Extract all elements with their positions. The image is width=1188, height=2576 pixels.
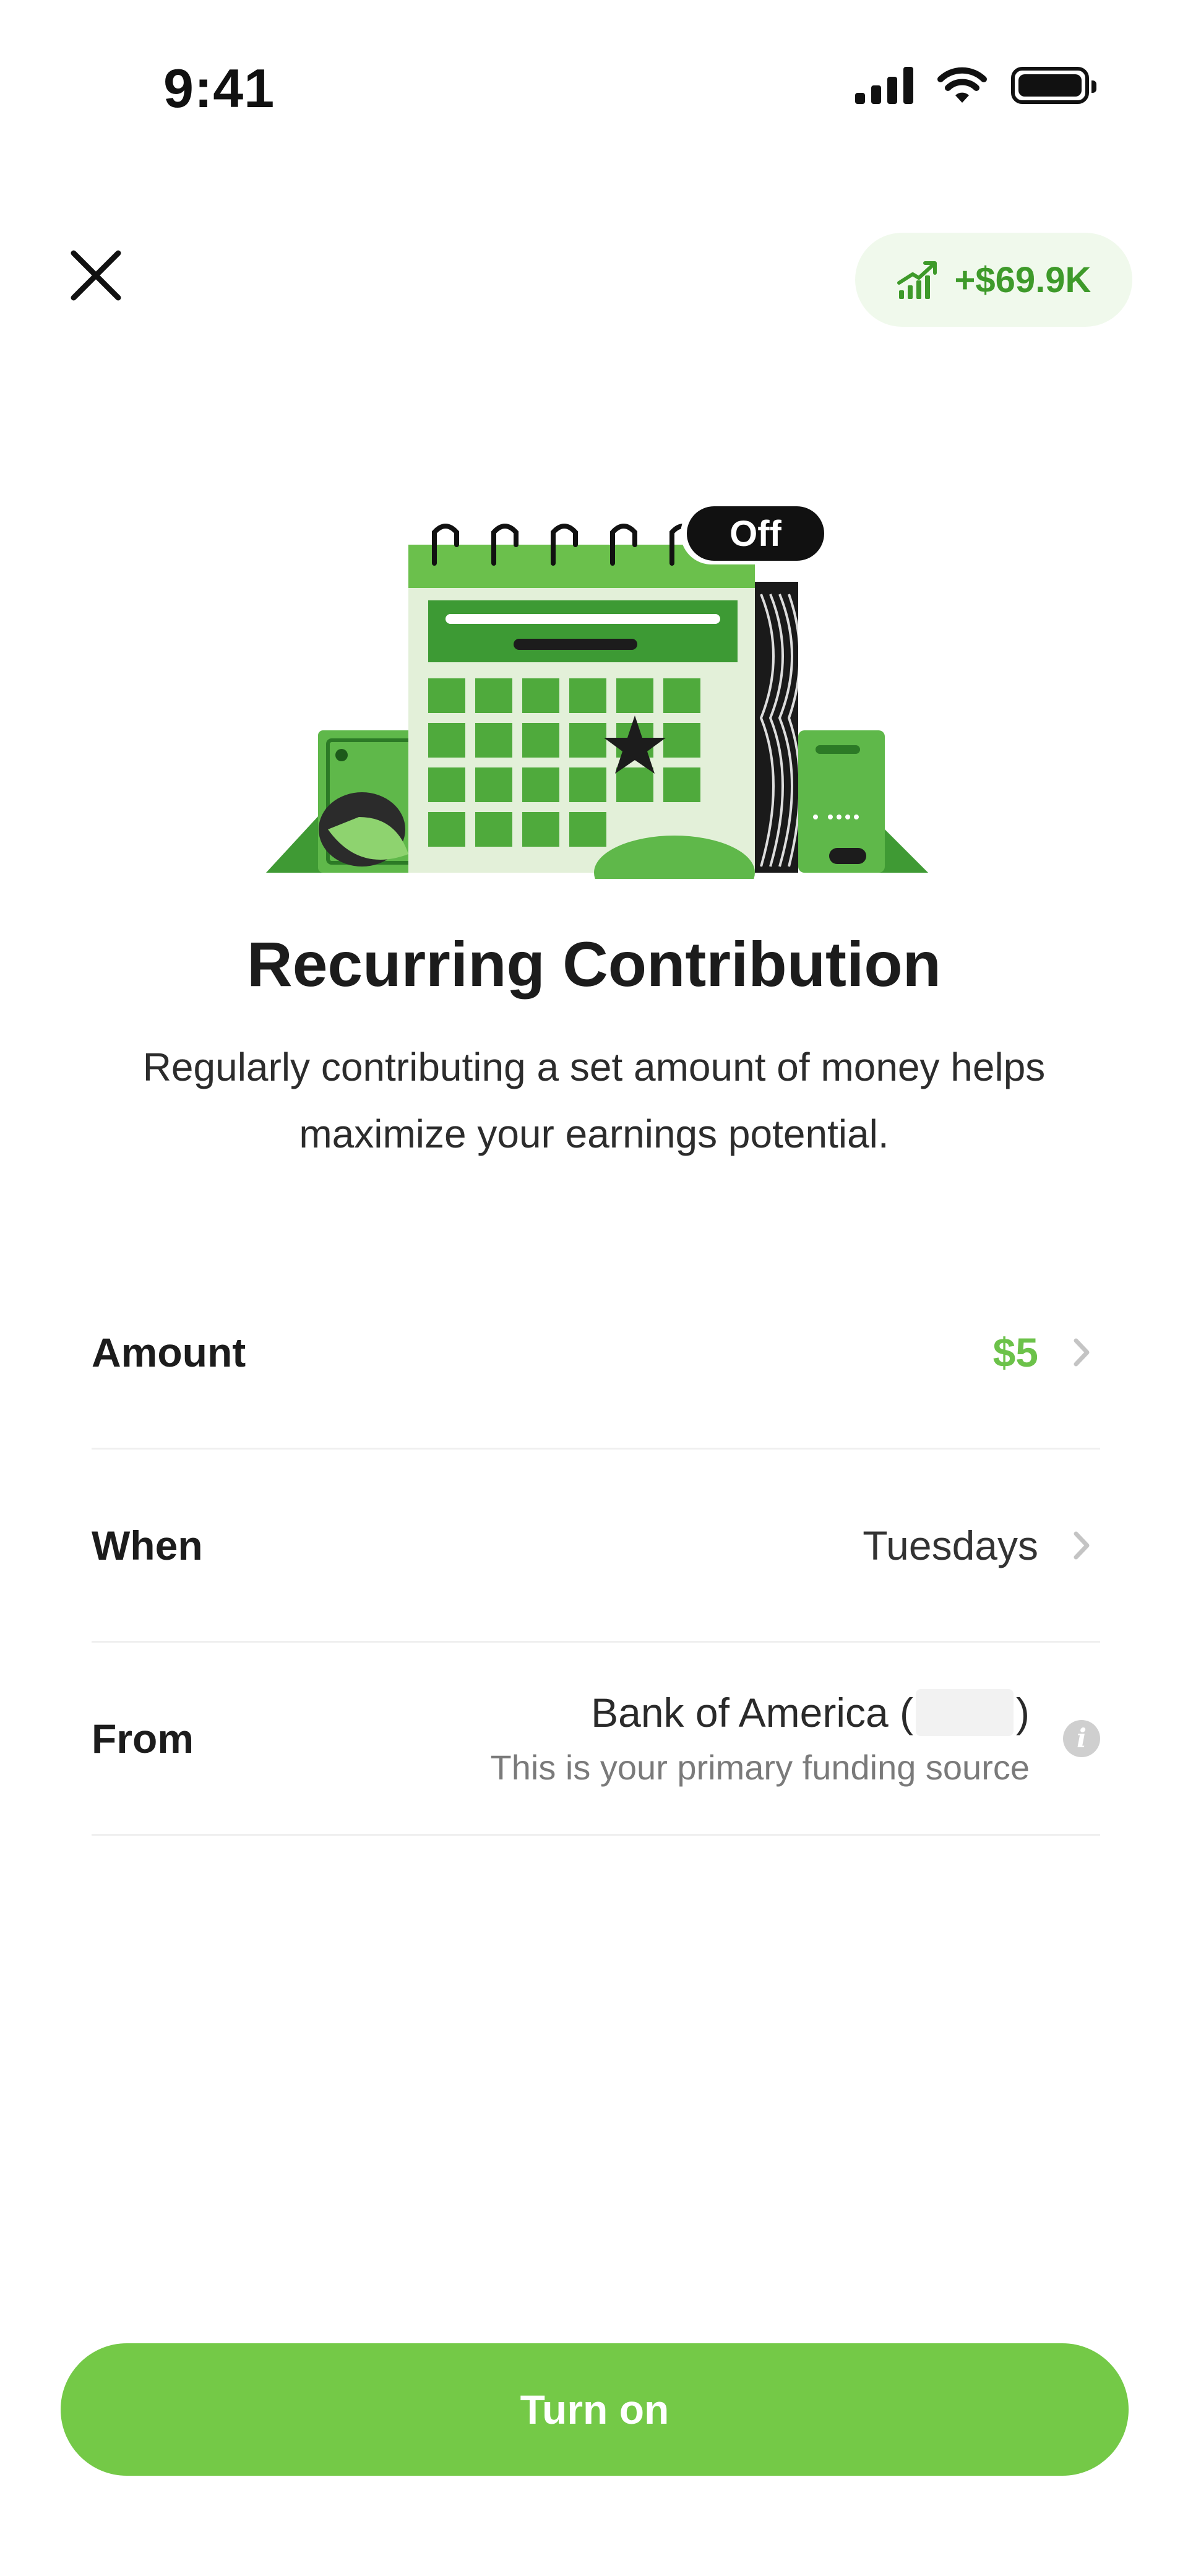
wifi-icon (937, 67, 987, 103)
amount-row[interactable]: Amount $5 (92, 1256, 1100, 1450)
when-value: Tuesdays (863, 1522, 1038, 1568)
earnings-value: +$69.9K (954, 259, 1091, 300)
funding-source: Bank of America ( ) This is your primary… (491, 1689, 1030, 1787)
funding-source-note: This is your primary funding source (490, 1748, 1030, 1787)
calendar-illustration (266, 503, 928, 879)
battery-icon (1011, 67, 1096, 104)
close-button[interactable] (62, 241, 130, 309)
from-label: From (92, 1715, 194, 1761)
earnings-pill[interactable]: +$69.9K (855, 233, 1132, 327)
when-row[interactable]: When Tuesdays (92, 1450, 1100, 1643)
bank-name: Bank of America ( ) (491, 1689, 1030, 1736)
status-time: 9:41 (163, 58, 275, 119)
bank-prefix: Bank of America ( (591, 1690, 914, 1735)
chevron-right-icon (1063, 1337, 1100, 1368)
page-subtitle: Regularly contributing a set amount of m… (142, 1045, 1046, 1156)
amount-value: $5 (992, 1329, 1038, 1375)
info-icon[interactable]: i (1063, 1719, 1100, 1757)
page-title: Recurring Contribution (247, 929, 941, 1000)
when-label: When (92, 1522, 203, 1568)
turn-on-button[interactable]: Turn on (61, 2343, 1129, 2476)
amount-label: Amount (92, 1329, 246, 1375)
cellular-signal-icon (855, 67, 913, 104)
from-row[interactable]: From Bank of America ( ) This is your pr… (92, 1643, 1100, 1836)
status-badge: Off (730, 513, 781, 554)
bank-suffix: ) (1016, 1690, 1030, 1735)
account-number-mask (916, 1689, 1014, 1736)
chevron-right-icon (1063, 1530, 1100, 1561)
close-icon (71, 250, 121, 301)
growth-chart-icon (897, 261, 937, 299)
status-icons (855, 67, 1096, 104)
